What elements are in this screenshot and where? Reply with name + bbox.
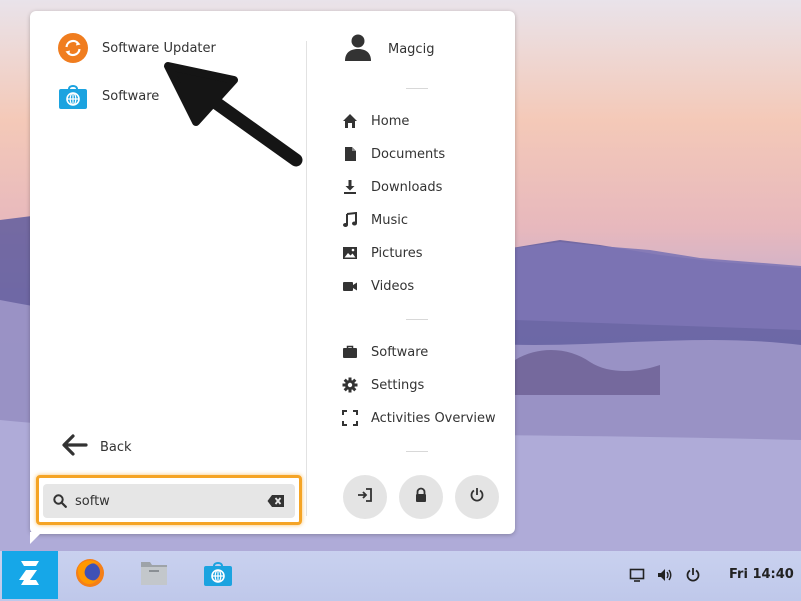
files-icon: [139, 559, 169, 591]
zorin-logo-icon: [15, 560, 45, 590]
taskbar-clock[interactable]: Fri 14:40: [729, 567, 794, 582]
taskbar-firefox[interactable]: [72, 557, 108, 593]
firefox-icon: [75, 558, 105, 592]
taskbar-files[interactable]: [136, 557, 172, 593]
annotation-arrow: [164, 62, 303, 167]
display-icon[interactable]: [629, 567, 645, 583]
zorin-menu-button[interactable]: [2, 551, 58, 599]
taskbar-software[interactable]: [200, 557, 236, 593]
taskbar: Fri 14:40: [0, 551, 801, 601]
volume-icon[interactable]: [657, 567, 673, 583]
power-icon[interactable]: [685, 567, 701, 583]
software-store-icon: [203, 558, 233, 592]
